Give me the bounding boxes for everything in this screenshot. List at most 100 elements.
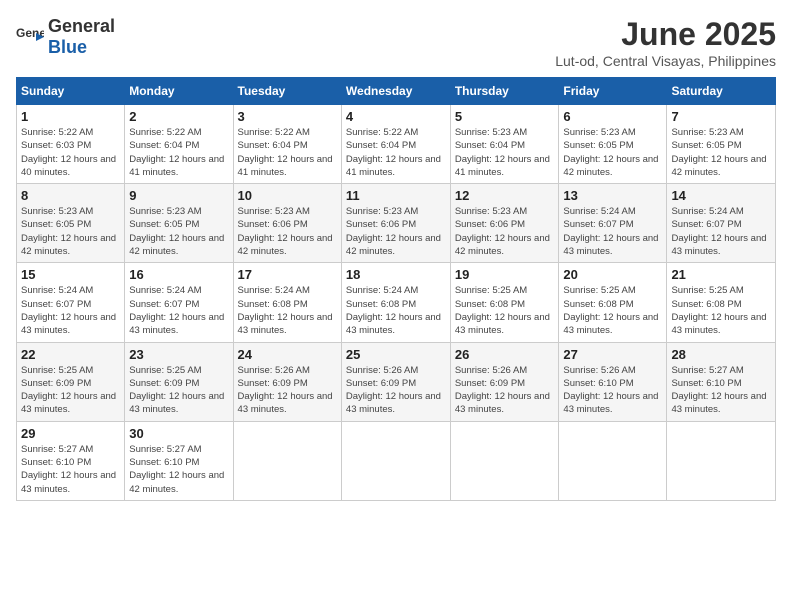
day-number: 9 [129, 188, 228, 203]
day-number: 17 [238, 267, 337, 282]
calendar-cell: 3 Sunrise: 5:22 AM Sunset: 6:04 PM Dayli… [233, 105, 341, 184]
day-number: 1 [21, 109, 120, 124]
day-info: Sunrise: 5:22 AM Sunset: 6:04 PM Dayligh… [346, 126, 446, 179]
logo-icon: General [16, 23, 44, 51]
day-number: 18 [346, 267, 446, 282]
header-wednesday: Wednesday [341, 78, 450, 105]
day-info: Sunrise: 5:24 AM Sunset: 6:08 PM Dayligh… [346, 284, 446, 337]
day-info: Sunrise: 5:23 AM Sunset: 6:05 PM Dayligh… [21, 205, 120, 258]
calendar-cell [667, 421, 776, 500]
day-info: Sunrise: 5:23 AM Sunset: 6:05 PM Dayligh… [563, 126, 662, 179]
day-number: 26 [455, 347, 555, 362]
calendar-cell: 22 Sunrise: 5:25 AM Sunset: 6:09 PM Dayl… [17, 342, 125, 421]
logo-general: General [48, 16, 115, 36]
day-number: 2 [129, 109, 228, 124]
day-number: 20 [563, 267, 662, 282]
day-info: Sunrise: 5:24 AM Sunset: 6:07 PM Dayligh… [671, 205, 771, 258]
day-info: Sunrise: 5:26 AM Sunset: 6:10 PM Dayligh… [563, 364, 662, 417]
header-friday: Friday [559, 78, 667, 105]
header-tuesday: Tuesday [233, 78, 341, 105]
calendar-cell: 7 Sunrise: 5:23 AM Sunset: 6:05 PM Dayli… [667, 105, 776, 184]
calendar-cell: 25 Sunrise: 5:26 AM Sunset: 6:09 PM Dayl… [341, 342, 450, 421]
day-number: 3 [238, 109, 337, 124]
calendar-cell: 20 Sunrise: 5:25 AM Sunset: 6:08 PM Dayl… [559, 263, 667, 342]
day-info: Sunrise: 5:25 AM Sunset: 6:08 PM Dayligh… [671, 284, 771, 337]
day-info: Sunrise: 5:24 AM Sunset: 6:07 PM Dayligh… [129, 284, 228, 337]
calendar-week-row: 15 Sunrise: 5:24 AM Sunset: 6:07 PM Dayl… [17, 263, 776, 342]
day-info: Sunrise: 5:24 AM Sunset: 6:07 PM Dayligh… [21, 284, 120, 337]
day-info: Sunrise: 5:23 AM Sunset: 6:06 PM Dayligh… [346, 205, 446, 258]
day-info: Sunrise: 5:23 AM Sunset: 6:05 PM Dayligh… [671, 126, 771, 179]
calendar-cell: 8 Sunrise: 5:23 AM Sunset: 6:05 PM Dayli… [17, 184, 125, 263]
calendar-cell: 28 Sunrise: 5:27 AM Sunset: 6:10 PM Dayl… [667, 342, 776, 421]
day-number: 27 [563, 347, 662, 362]
day-number: 15 [21, 267, 120, 282]
calendar-cell: 13 Sunrise: 5:24 AM Sunset: 6:07 PM Dayl… [559, 184, 667, 263]
day-number: 11 [346, 188, 446, 203]
day-number: 16 [129, 267, 228, 282]
calendar-cell: 23 Sunrise: 5:25 AM Sunset: 6:09 PM Dayl… [125, 342, 233, 421]
day-info: Sunrise: 5:22 AM Sunset: 6:03 PM Dayligh… [21, 126, 120, 179]
calendar-cell: 9 Sunrise: 5:23 AM Sunset: 6:05 PM Dayli… [125, 184, 233, 263]
logo-blue: Blue [48, 37, 87, 57]
day-number: 6 [563, 109, 662, 124]
day-number: 29 [21, 426, 120, 441]
calendar-cell: 12 Sunrise: 5:23 AM Sunset: 6:06 PM Dayl… [450, 184, 559, 263]
calendar-cell: 30 Sunrise: 5:27 AM Sunset: 6:10 PM Dayl… [125, 421, 233, 500]
day-info: Sunrise: 5:26 AM Sunset: 6:09 PM Dayligh… [238, 364, 337, 417]
calendar-cell [341, 421, 450, 500]
day-number: 12 [455, 188, 555, 203]
title-area: June 2025 Lut-od, Central Visayas, Phili… [555, 16, 776, 69]
day-number: 22 [21, 347, 120, 362]
day-number: 24 [238, 347, 337, 362]
day-number: 5 [455, 109, 555, 124]
calendar-cell: 29 Sunrise: 5:27 AM Sunset: 6:10 PM Dayl… [17, 421, 125, 500]
day-info: Sunrise: 5:23 AM Sunset: 6:06 PM Dayligh… [455, 205, 555, 258]
day-number: 4 [346, 109, 446, 124]
day-info: Sunrise: 5:27 AM Sunset: 6:10 PM Dayligh… [21, 443, 120, 496]
day-number: 14 [671, 188, 771, 203]
calendar-week-row: 22 Sunrise: 5:25 AM Sunset: 6:09 PM Dayl… [17, 342, 776, 421]
calendar-week-row: 1 Sunrise: 5:22 AM Sunset: 6:03 PM Dayli… [17, 105, 776, 184]
day-number: 25 [346, 347, 446, 362]
day-info: Sunrise: 5:27 AM Sunset: 6:10 PM Dayligh… [129, 443, 228, 496]
header-thursday: Thursday [450, 78, 559, 105]
calendar-cell: 10 Sunrise: 5:23 AM Sunset: 6:06 PM Dayl… [233, 184, 341, 263]
day-info: Sunrise: 5:25 AM Sunset: 6:08 PM Dayligh… [455, 284, 555, 337]
day-info: Sunrise: 5:25 AM Sunset: 6:08 PM Dayligh… [563, 284, 662, 337]
calendar-table: Sunday Monday Tuesday Wednesday Thursday… [16, 77, 776, 501]
calendar-cell: 4 Sunrise: 5:22 AM Sunset: 6:04 PM Dayli… [341, 105, 450, 184]
calendar-cell: 16 Sunrise: 5:24 AM Sunset: 6:07 PM Dayl… [125, 263, 233, 342]
page-header: General General Blue June 2025 Lut-od, C… [16, 16, 776, 69]
day-info: Sunrise: 5:25 AM Sunset: 6:09 PM Dayligh… [21, 364, 120, 417]
calendar-cell: 11 Sunrise: 5:23 AM Sunset: 6:06 PM Dayl… [341, 184, 450, 263]
day-number: 19 [455, 267, 555, 282]
day-number: 8 [21, 188, 120, 203]
header-saturday: Saturday [667, 78, 776, 105]
calendar-week-row: 8 Sunrise: 5:23 AM Sunset: 6:05 PM Dayli… [17, 184, 776, 263]
day-number: 28 [671, 347, 771, 362]
day-info: Sunrise: 5:23 AM Sunset: 6:04 PM Dayligh… [455, 126, 555, 179]
day-number: 23 [129, 347, 228, 362]
calendar-week-row: 29 Sunrise: 5:27 AM Sunset: 6:10 PM Dayl… [17, 421, 776, 500]
day-number: 10 [238, 188, 337, 203]
day-info: Sunrise: 5:22 AM Sunset: 6:04 PM Dayligh… [238, 126, 337, 179]
day-number: 7 [671, 109, 771, 124]
day-info: Sunrise: 5:24 AM Sunset: 6:08 PM Dayligh… [238, 284, 337, 337]
calendar-cell: 24 Sunrise: 5:26 AM Sunset: 6:09 PM Dayl… [233, 342, 341, 421]
calendar-cell: 5 Sunrise: 5:23 AM Sunset: 6:04 PM Dayli… [450, 105, 559, 184]
calendar-cell: 21 Sunrise: 5:25 AM Sunset: 6:08 PM Dayl… [667, 263, 776, 342]
calendar-cell: 2 Sunrise: 5:22 AM Sunset: 6:04 PM Dayli… [125, 105, 233, 184]
day-number: 13 [563, 188, 662, 203]
header-monday: Monday [125, 78, 233, 105]
location-title: Lut-od, Central Visayas, Philippines [555, 53, 776, 69]
logo: General General Blue [16, 16, 115, 58]
calendar-cell: 6 Sunrise: 5:23 AM Sunset: 6:05 PM Dayli… [559, 105, 667, 184]
calendar-cell: 19 Sunrise: 5:25 AM Sunset: 6:08 PM Dayl… [450, 263, 559, 342]
header-sunday: Sunday [17, 78, 125, 105]
day-number: 21 [671, 267, 771, 282]
month-title: June 2025 [555, 16, 776, 53]
calendar-cell: 14 Sunrise: 5:24 AM Sunset: 6:07 PM Dayl… [667, 184, 776, 263]
calendar-cell [450, 421, 559, 500]
calendar-cell [559, 421, 667, 500]
